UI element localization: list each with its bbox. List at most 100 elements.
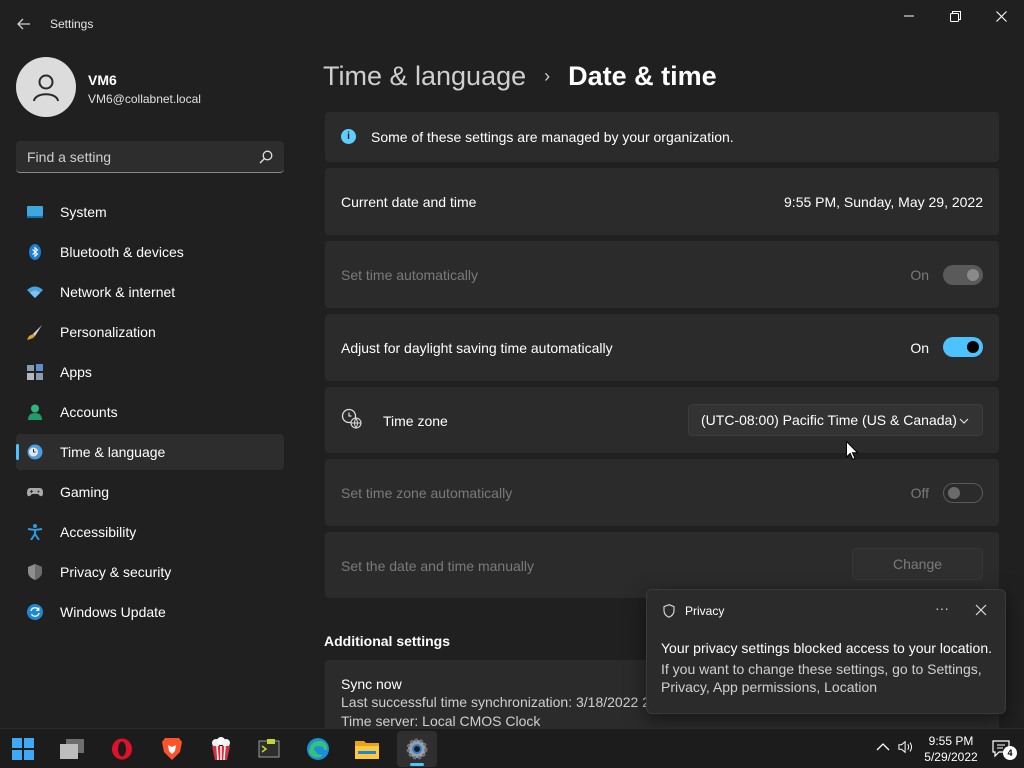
mouse-cursor-icon [846,441,858,460]
clock-time: 9:55 PM [928,734,974,748]
current-datetime-card: Current date and time 9:55 PM, Sunday, M… [325,168,999,235]
clock-date: 5/29/2022 [924,750,978,764]
task-view-button[interactable] [52,731,92,767]
sidebar-item-personalization[interactable]: Personalization [16,314,284,350]
change-button[interactable]: Change [852,548,983,580]
set-time-automatically-card: Set time automatically On [325,241,999,308]
sidebar-item-label: Privacy & security [60,564,172,580]
breadcrumb-parent[interactable]: Time & language [323,61,526,92]
close-button[interactable] [978,0,1024,32]
popcorn-icon [212,737,230,761]
search-icon [259,150,273,164]
set-tz-auto-toggle[interactable] [943,483,983,503]
opera-app[interactable] [102,731,142,767]
info-icon: i [341,129,356,144]
sidebar-item-label: Accessibility [60,524,137,540]
sidebar-item-label: System [60,204,107,220]
shield-icon [28,564,42,580]
time-language-icon [27,444,43,460]
taskbar-clock[interactable]: 9:55 PM 5/29/2022 [918,733,984,765]
breadcrumb-separator: › [544,65,551,86]
sidebar-item-time-language[interactable]: Time & language [16,434,284,470]
sidebar-item-bluetooth[interactable]: Bluetooth & devices [16,234,284,270]
settings-icon [406,738,428,760]
sidebar-item-system[interactable]: System [16,194,284,230]
back-button[interactable] [12,12,36,36]
sync-now-title: Sync now [341,676,402,692]
start-icon [12,738,34,760]
shield-icon [663,604,675,618]
search-input[interactable]: Find a setting [16,141,284,173]
daylight-saving-card: Adjust for daylight saving time automati… [325,314,999,381]
maximize-button[interactable] [932,0,978,32]
system-icon [27,206,43,218]
toast-close-icon[interactable] [973,602,989,618]
sidebar-nav: System Bluetooth & devices Network & int… [16,194,284,634]
set-manually-label: Set the date and time manually [341,558,535,574]
set-time-auto-label: Set time automatically [341,267,478,283]
sidebar-item-label: Windows Update [60,604,166,620]
title-bar: Settings [0,0,1024,48]
additional-settings-heading: Additional settings [324,633,450,649]
set-tz-auto-label: Set time zone automatically [341,485,513,501]
privacy-toast[interactable]: Privacy ··· Your privacy settings blocke… [646,589,1006,714]
settings-app[interactable] [397,731,437,767]
sidebar-item-accessibility[interactable]: Accessibility [16,514,284,550]
sidebar-item-label: Apps [60,364,92,380]
toast-title: Privacy [685,604,725,618]
file-explorer-app[interactable] [347,731,387,767]
notification-count-badge: 4 [1003,746,1017,760]
sidebar-item-gaming[interactable]: Gaming [16,474,284,510]
edge-app[interactable] [298,731,338,767]
apps-icon [27,364,43,380]
current-datetime-value: 9:55 PM, Sunday, May 29, 2022 [784,194,983,210]
time-zone-card: Time zone (UTC-08:00) Pacific Time (US &… [325,387,999,453]
set-time-auto-state: On [910,267,929,283]
toast-detail: If you want to change these settings, go… [661,661,982,695]
window-title: Settings [50,17,94,31]
sidebar-item-privacy[interactable]: Privacy & security [16,554,284,590]
sidebar-item-label: Accounts [60,404,118,420]
show-hidden-icons-icon[interactable] [875,739,891,755]
sidebar-item-label: Bluetooth & devices [60,244,184,260]
daylight-saving-label: Adjust for daylight saving time automati… [341,340,613,356]
sidebar-item-windows-update[interactable]: Windows Update [16,594,284,630]
sidebar-item-label: Network & internet [60,284,176,300]
search-placeholder: Find a setting [27,149,112,165]
file-explorer-icon [355,741,379,759]
opera-icon [112,738,132,760]
sidebar-item-label: Gaming [60,484,110,500]
brave-app[interactable] [152,731,192,767]
accounts-icon [28,404,42,420]
user-email: VM6@collabnet.local [88,92,201,106]
chevron-down-icon [959,418,969,424]
sidebar-item-network[interactable]: Network & internet [16,274,284,310]
minimize-icon [904,15,914,17]
set-time-auto-toggle[interactable] [943,265,983,285]
terminal-app[interactable] [249,731,289,767]
time-zone-dropdown[interactable]: (UTC-08:00) Pacific Time (US & Canada) [688,404,983,436]
daylight-saving-toggle[interactable] [943,337,983,357]
user-name: VM6 [88,72,117,88]
avatar[interactable] [16,57,76,117]
wifi-icon [27,286,43,298]
accessibility-icon [27,524,43,540]
time-zone-globe-icon [341,408,362,429]
bluetooth-icon [29,244,41,260]
gaming-icon [27,488,43,497]
time-zone-value: (UTC-08:00) Pacific Time (US & Canada) [701,412,957,428]
start-button[interactable] [3,731,43,767]
minimize-button[interactable] [886,0,932,32]
volume-icon[interactable] [898,739,914,755]
sidebar-item-accounts[interactable]: Accounts [16,394,284,430]
task-view-icon [60,739,84,759]
more-options-button[interactable]: ··· [931,600,953,620]
brush-icon [27,325,42,340]
maximize-icon [949,10,961,22]
sidebar-item-label: Time & language [60,444,166,460]
back-arrow-icon [17,18,30,30]
taskbar: 9:55 PM 5/29/2022 4 [0,728,1024,768]
breadcrumb: Time & language › Date & time [323,58,717,94]
sidebar-item-apps[interactable]: Apps [16,354,284,390]
popcorn-app[interactable] [201,731,241,767]
